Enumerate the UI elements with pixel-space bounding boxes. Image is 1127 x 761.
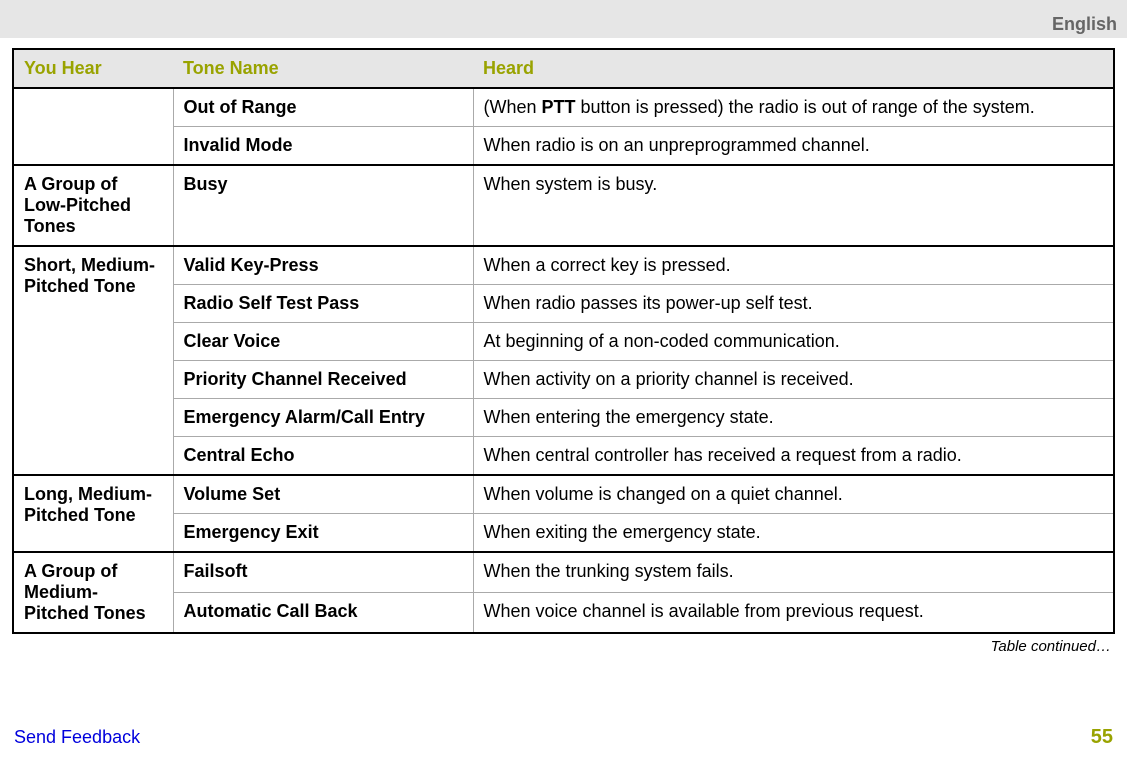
cell-tone-name: Invalid Mode (173, 127, 473, 166)
table-row: Central Echo When central controller has… (13, 437, 1114, 476)
cell-heard: (When PTT button is pressed) the radio i… (473, 88, 1114, 127)
cell-heard: When a correct key is pressed. (473, 246, 1114, 285)
cell-tone-name: Emergency Alarm/Call Entry (173, 399, 473, 437)
cell-heard: When central controller has received a r… (473, 437, 1114, 476)
table-row: Clear Voice At beginning of a non-coded … (13, 323, 1114, 361)
cell-tone-name: Automatic Call Back (173, 593, 473, 634)
table-row: Emergency Exit When exiting the emergenc… (13, 514, 1114, 553)
table-row: Short, Medium-Pitched Tone Valid Key-Pre… (13, 246, 1114, 285)
cell-tone-name: Priority Channel Received (173, 361, 473, 399)
table-row: Priority Channel Received When activity … (13, 361, 1114, 399)
cell-heard: When system is busy. (473, 165, 1114, 246)
col-heard: Heard (473, 49, 1114, 88)
cell-you-hear: Long, Medium-Pitched Tone (13, 475, 173, 552)
header-bar: English (0, 0, 1127, 38)
table-row: A Group of Low-Pitched Tones Busy When s… (13, 165, 1114, 246)
text: button is pressed) the radio is out of r… (576, 97, 1035, 117)
table-header-row: You Hear Tone Name Heard (13, 49, 1114, 88)
text-bold: PTT (542, 97, 576, 117)
cell-heard: When entering the emergency state. (473, 399, 1114, 437)
cell-heard: When activity on a priority channel is r… (473, 361, 1114, 399)
table-row: Radio Self Test Pass When radio passes i… (13, 285, 1114, 323)
cell-tone-name: Valid Key-Press (173, 246, 473, 285)
col-you-hear: You Hear (13, 49, 173, 88)
cell-heard: When the trunking system fails. (473, 552, 1114, 593)
cell-tone-name: Emergency Exit (173, 514, 473, 553)
cell-tone-name: Busy (173, 165, 473, 246)
cell-tone-name: Radio Self Test Pass (173, 285, 473, 323)
cell-you-hear: Short, Medium-Pitched Tone (13, 246, 173, 475)
cell-tone-name: Failsoft (173, 552, 473, 593)
cell-tone-name: Clear Voice (173, 323, 473, 361)
cell-heard: At beginning of a non-coded communicatio… (473, 323, 1114, 361)
language-label: English (1052, 14, 1117, 35)
page-footer: Send Feedback 55 (14, 726, 1113, 749)
page-content: You Hear Tone Name Heard Out of Range (W… (0, 38, 1127, 655)
table-continued-label: Table continued… (12, 638, 1111, 655)
cell-heard: When radio is on an unpreprogrammed chan… (473, 127, 1114, 166)
tones-table: You Hear Tone Name Heard Out of Range (W… (12, 48, 1115, 634)
cell-you-hear (13, 88, 173, 165)
cell-tone-name: Volume Set (173, 475, 473, 514)
table-row: Automatic Call Back When voice channel i… (13, 593, 1114, 634)
cell-you-hear: A Group of Low-Pitched Tones (13, 165, 173, 246)
cell-tone-name: Central Echo (173, 437, 473, 476)
cell-heard: When voice channel is available from pre… (473, 593, 1114, 634)
cell-you-hear: A Group of Medium-Pitched Tones (13, 552, 173, 633)
page-number: 55 (1091, 726, 1113, 749)
cell-heard: When radio passes its power-up self test… (473, 285, 1114, 323)
table-row: A Group of Medium-Pitched Tones Failsoft… (13, 552, 1114, 593)
table-row: Invalid Mode When radio is on an unprepr… (13, 127, 1114, 166)
send-feedback-link[interactable]: Send Feedback (14, 727, 140, 748)
col-tone-name: Tone Name (173, 49, 473, 88)
table-row: Long, Medium-Pitched Tone Volume Set Whe… (13, 475, 1114, 514)
text: (When (484, 97, 542, 117)
cell-heard: When exiting the emergency state. (473, 514, 1114, 553)
cell-tone-name: Out of Range (173, 88, 473, 127)
table-row: Emergency Alarm/Call Entry When entering… (13, 399, 1114, 437)
cell-heard: When volume is changed on a quiet channe… (473, 475, 1114, 514)
table-row: Out of Range (When PTT button is pressed… (13, 88, 1114, 127)
